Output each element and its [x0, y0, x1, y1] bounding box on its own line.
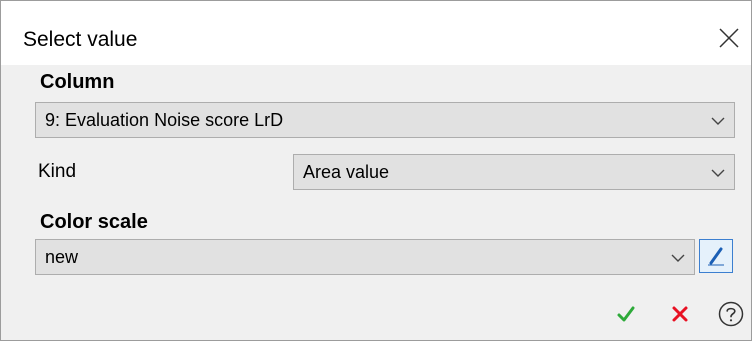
cancel-button[interactable] — [666, 300, 694, 328]
color-scale-label: Color scale — [40, 211, 148, 233]
column-select-value: 9: Evaluation Noise score LrD — [45, 110, 284, 130]
chevron-down-icon — [671, 254, 685, 262]
x-icon — [672, 306, 688, 322]
kind-label: Kind — [38, 161, 77, 182]
checkmark-icon — [617, 306, 635, 322]
chevron-down-icon — [711, 169, 725, 177]
pencil-icon — [708, 247, 724, 266]
dialog-titlebar: Select value — [1, 1, 751, 65]
ok-button[interactable] — [612, 300, 640, 328]
close-button[interactable] — [714, 23, 744, 53]
edit-color-scale-button[interactable] — [699, 239, 733, 273]
close-icon — [719, 28, 739, 48]
column-label: Column — [40, 71, 115, 93]
kind-select-value: Area value — [303, 162, 390, 182]
color-scale-select[interactable]: new — [35, 239, 695, 275]
column-select[interactable]: 9: Evaluation Noise score LrD — [35, 102, 735, 138]
color-scale-select-value: new — [45, 247, 79, 267]
help-button[interactable] — [717, 300, 745, 328]
kind-select[interactable]: Area value — [293, 154, 735, 190]
dialog-title: Select value — [23, 28, 138, 51]
select-value-dialog: Select value Column 9: Evaluation Noise … — [0, 0, 752, 341]
chevron-down-icon — [711, 117, 725, 125]
question-circle-icon — [718, 301, 744, 327]
